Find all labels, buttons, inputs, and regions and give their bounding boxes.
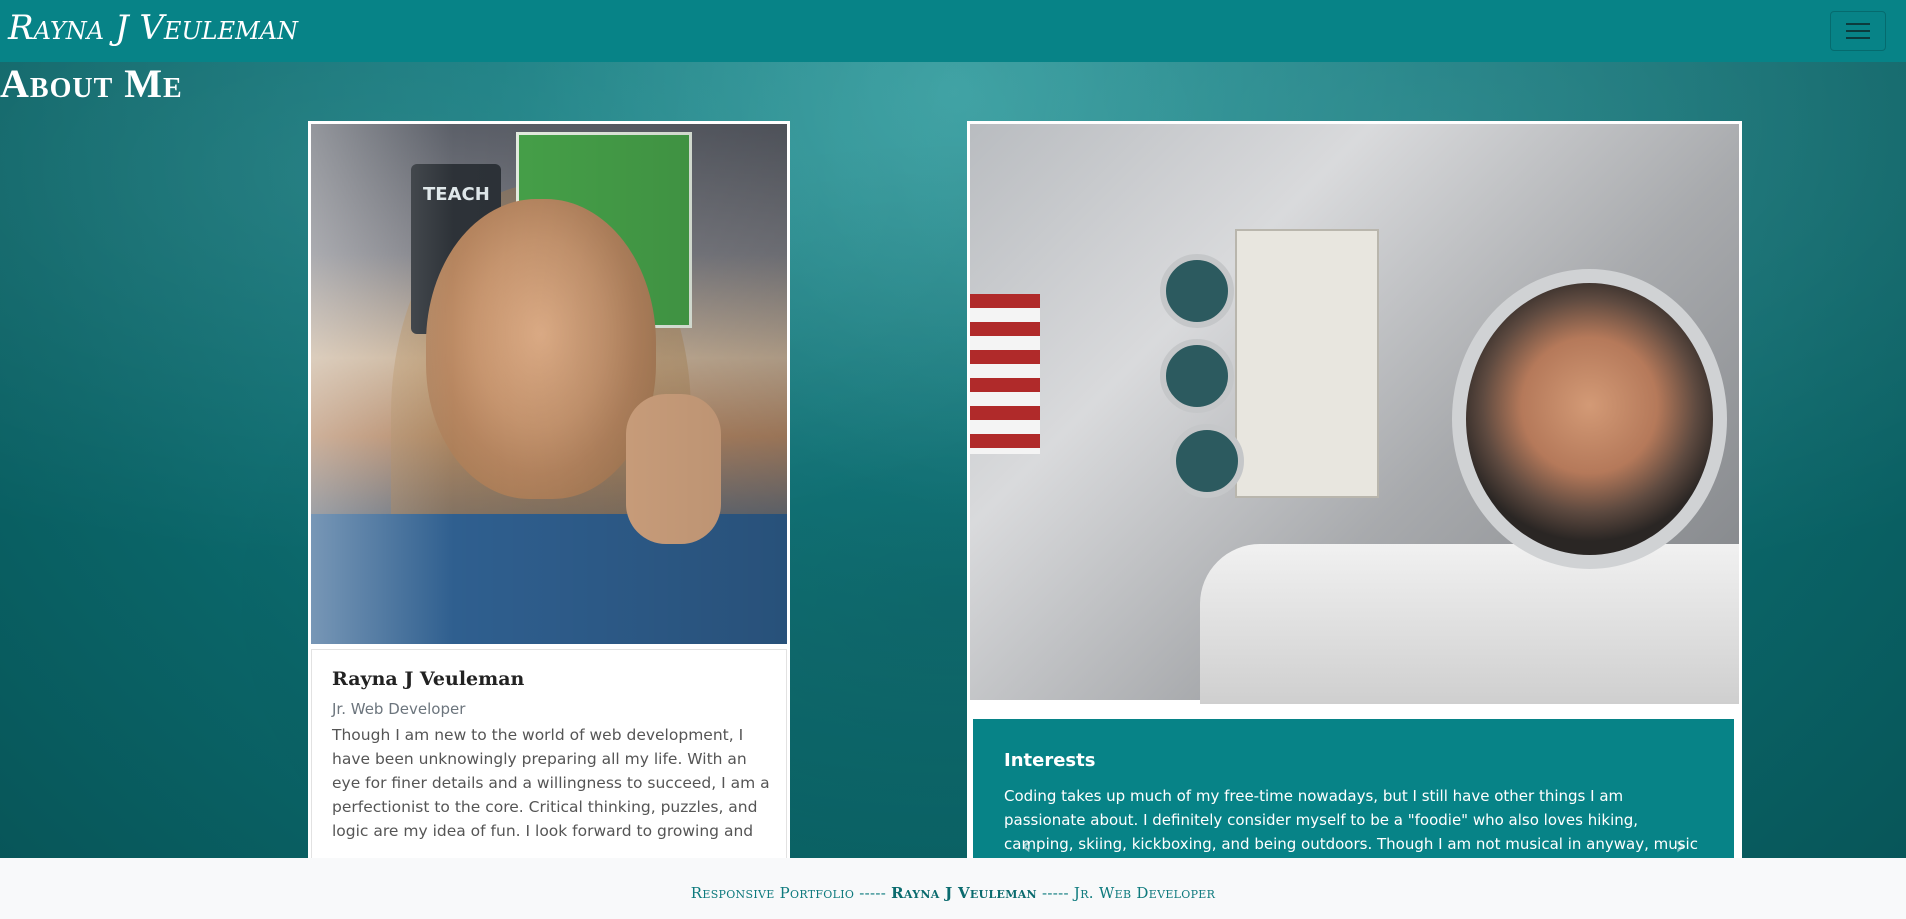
hamburger-menu-icon bbox=[1846, 23, 1870, 25]
chevron-left-icon[interactable]: ‹ bbox=[1021, 831, 1032, 861]
brand-logo[interactable]: Rayna J Veuleman bbox=[8, 8, 298, 48]
interests-carousel: Interests Coding takes up much of my fre… bbox=[967, 121, 1742, 861]
navbar-toggle-button[interactable] bbox=[1830, 11, 1886, 51]
page-title: About Me bbox=[0, 61, 183, 106]
footer-name: Rayna J Veuleman bbox=[891, 884, 1037, 902]
profile-photo: TEACH bbox=[311, 124, 787, 644]
profile-role: Jr. Web Developer bbox=[332, 700, 466, 718]
footer-left-text: Responsive Portfolio ----- bbox=[690, 884, 887, 902]
navbar: Rayna J Veuleman bbox=[0, 0, 1906, 62]
profile-card-body: Rayna J Veuleman Jr. Web Developer Thoug… bbox=[311, 649, 787, 861]
footer-right-text: ----- Jr. Web Developer bbox=[1041, 884, 1216, 902]
hamburger-menu-icon bbox=[1846, 37, 1870, 39]
carousel-image bbox=[970, 124, 1739, 704]
carousel-caption: Interests Coding takes up much of my fre… bbox=[973, 719, 1734, 861]
footer-text: Responsive Portfolio ----- Rayna J Veule… bbox=[0, 884, 1906, 902]
hamburger-menu-icon bbox=[1846, 30, 1870, 32]
interests-text: Coding takes up much of my free-time now… bbox=[1004, 787, 1698, 861]
footer: Responsive Portfolio ----- Rayna J Veule… bbox=[0, 858, 1906, 919]
profile-bio: Though I am new to the world of web deve… bbox=[332, 726, 770, 840]
chevron-right-icon[interactable]: › bbox=[1675, 831, 1686, 861]
profile-name: Rayna J Veuleman bbox=[332, 668, 525, 690]
interests-title: Interests bbox=[1004, 750, 1096, 771]
profile-card: TEACH Rayna J Veuleman Jr. Web Developer… bbox=[308, 121, 790, 861]
